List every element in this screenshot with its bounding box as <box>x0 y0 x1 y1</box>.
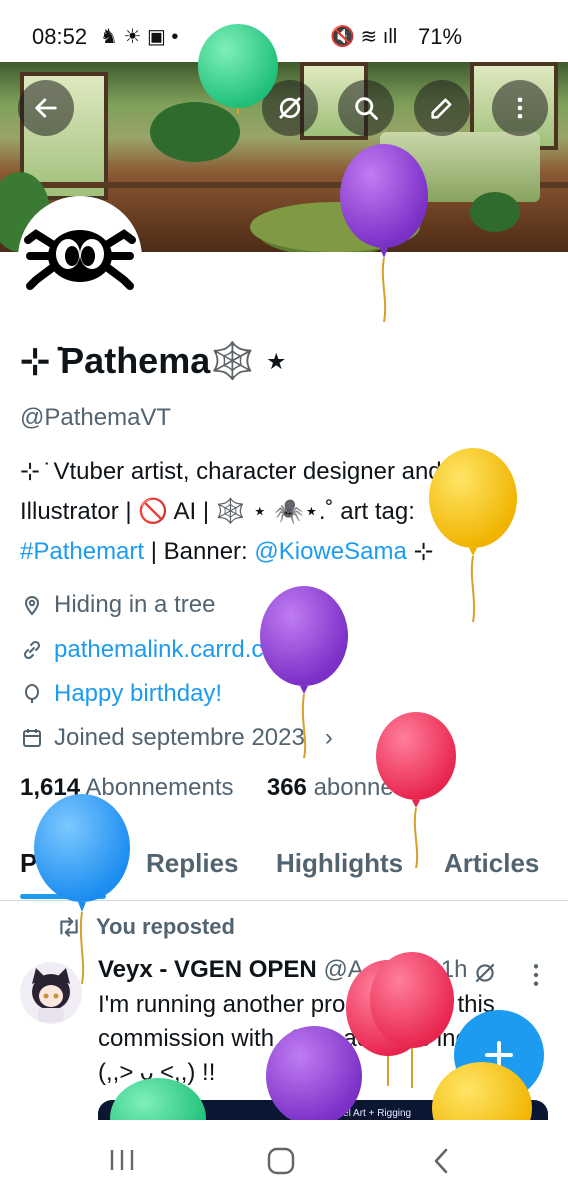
balloon <box>429 448 517 548</box>
system-nav-bar <box>0 1120 568 1200</box>
balloon <box>260 586 348 686</box>
balloon <box>266 1026 362 1126</box>
balloon <box>34 794 130 902</box>
balloon <box>198 24 278 108</box>
recent-apps-icon[interactable] <box>108 1148 136 1172</box>
back-nav-icon[interactable] <box>430 1146 452 1176</box>
balloon <box>376 712 456 800</box>
balloon <box>340 144 428 248</box>
home-icon[interactable] <box>266 1146 296 1176</box>
balloon <box>370 952 454 1048</box>
birthday-balloons <box>34 24 532 1158</box>
